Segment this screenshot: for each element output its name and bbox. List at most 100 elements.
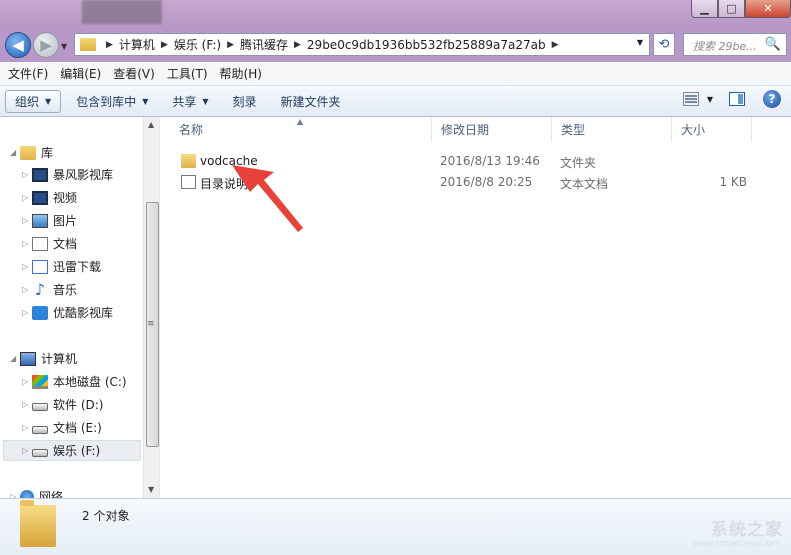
nav-label: 迅雷下载 bbox=[53, 260, 102, 274]
nav-library-youku[interactable]: ▷ 优酷影视库 bbox=[22, 302, 113, 323]
drive-icon bbox=[32, 426, 48, 434]
window-title-blurred bbox=[82, 0, 162, 24]
view-details-icon[interactable] bbox=[682, 92, 699, 106]
nav-label: 本地磁盘 (C:) bbox=[53, 375, 127, 389]
command-bar: 组织 ▼ 包含到库中 ▼ 共享 ▼ 刻录 新建文件夹 ▼ ? bbox=[0, 86, 791, 117]
nav-library-baofeng[interactable]: ▷ 暴风影视库 bbox=[22, 164, 113, 185]
collapsed-triangle-icon[interactable]: ▷ bbox=[22, 400, 32, 409]
menu-tools[interactable]: 工具(T) bbox=[167, 65, 208, 82]
address-bar[interactable]: ▶ 计算机 ▶ 娱乐 (F:) ▶ 腾讯缓存 ▶ 29be0c9db1936bb… bbox=[74, 33, 650, 56]
back-button[interactable]: ◀ bbox=[5, 32, 31, 58]
column-header-type[interactable]: 类型 bbox=[552, 117, 672, 142]
nav-library[interactable]: ◢ 库 bbox=[10, 142, 53, 163]
drive-icon bbox=[32, 449, 48, 457]
navigation-pane: ◢ 库 ▷ 暴风影视库 ▷ 视频 ▷ 图片 ▷ 文档 ▷ 迅雷下载 ▷ ♪ 音乐… bbox=[0, 117, 160, 498]
expanded-triangle-icon[interactable]: ◢ bbox=[10, 148, 20, 157]
breadcrumb-drive[interactable]: 娱乐 (F:) bbox=[174, 36, 221, 53]
nav-library-thunder[interactable]: ▷ 迅雷下载 bbox=[22, 256, 101, 277]
chevron-down-icon[interactable]: ▼ bbox=[637, 38, 643, 47]
file-list: ▲ 名称 修改日期 类型 大小 vodcache 2016/8/13 19:46… bbox=[161, 117, 791, 498]
nav-library-pictures[interactable]: ▷ 图片 bbox=[22, 210, 77, 231]
maximize-button[interactable]: □ bbox=[718, 0, 745, 18]
burn-button[interactable]: 刻录 bbox=[224, 90, 266, 113]
share-button[interactable]: 共享 ▼ bbox=[163, 90, 217, 113]
menu-file[interactable]: 文件(F) bbox=[8, 65, 48, 82]
nav-label: 文档 bbox=[53, 237, 78, 251]
search-input[interactable]: 搜索 29be... 🔍 bbox=[683, 33, 787, 56]
picture-icon bbox=[32, 213, 48, 228]
collapsed-triangle-icon[interactable]: ▷ bbox=[22, 285, 32, 294]
nav-label: 娱乐 (F:) bbox=[53, 444, 101, 458]
menu-help[interactable]: 帮助(H) bbox=[220, 65, 262, 82]
chevron-right-icon[interactable]: ▶ bbox=[227, 40, 234, 50]
column-header-size[interactable]: 大小 bbox=[672, 117, 752, 142]
search-icon[interactable]: 🔍 bbox=[765, 37, 781, 52]
nav-label: 网络 bbox=[39, 490, 64, 498]
nav-library-videos[interactable]: ▷ 视频 bbox=[22, 187, 77, 208]
view-controls: ▼ ? bbox=[682, 90, 791, 108]
watermark-url: WWW.XITONGZHIJIA.NET bbox=[692, 540, 779, 548]
video-library-icon bbox=[32, 167, 48, 182]
expanded-triangle-icon[interactable]: ◢ bbox=[10, 354, 20, 363]
chevron-right-icon[interactable]: ▶ bbox=[106, 40, 113, 50]
include-in-library-button[interactable]: 包含到库中 ▼ bbox=[67, 90, 157, 113]
column-header-name[interactable]: 名称 bbox=[170, 117, 432, 142]
folder-large-icon bbox=[20, 500, 56, 547]
close-button[interactable]: ✕ bbox=[745, 0, 791, 18]
recent-pages-dropdown[interactable]: ▼ bbox=[61, 42, 67, 51]
folder-icon bbox=[181, 154, 196, 168]
forward-button[interactable]: ▶ bbox=[33, 32, 59, 58]
document-icon bbox=[32, 236, 48, 251]
collapsed-triangle-icon[interactable]: ▷ bbox=[22, 423, 32, 432]
file-name: vodcache bbox=[200, 154, 258, 168]
nav-scrollbar[interactable]: ▲ ≡ ▼ bbox=[143, 117, 159, 498]
breadcrumb-computer[interactable]: 计算机 bbox=[119, 36, 155, 53]
music-icon: ♪ bbox=[34, 279, 46, 299]
breadcrumb-tencent-cache[interactable]: 腾讯缓存 bbox=[240, 36, 288, 53]
chevron-right-icon[interactable]: ▶ bbox=[552, 40, 559, 50]
menu-view[interactable]: 查看(V) bbox=[113, 65, 155, 82]
nav-drive-c[interactable]: ▷ 本地磁盘 (C:) bbox=[22, 371, 127, 392]
collapsed-triangle-icon[interactable]: ▷ bbox=[22, 239, 32, 248]
file-row[interactable]: 目录说明 2016/8/8 20:25 文本文档 1 KB bbox=[161, 172, 791, 193]
file-modified: 2016/8/13 19:46 bbox=[440, 154, 540, 168]
breadcrumb-current-folder[interactable]: 29be0c9db1936bb532fb25889a7a27ab bbox=[307, 38, 546, 52]
collapsed-triangle-icon[interactable]: ▷ bbox=[22, 193, 32, 202]
computer-icon bbox=[20, 351, 36, 366]
menu-edit[interactable]: 编辑(E) bbox=[60, 65, 101, 82]
scroll-down-arrow-icon[interactable]: ▼ bbox=[148, 485, 154, 494]
minimize-button[interactable]: ▁ bbox=[691, 0, 718, 18]
network-icon bbox=[20, 489, 34, 498]
nav-drive-e[interactable]: ▷ 文档 (E:) bbox=[22, 417, 102, 438]
file-type: 文本文档 bbox=[560, 177, 609, 191]
new-folder-button[interactable]: 新建文件夹 bbox=[272, 90, 350, 113]
collapsed-triangle-icon[interactable]: ▷ bbox=[22, 377, 32, 386]
refresh-button[interactable]: ⟲ bbox=[653, 33, 675, 56]
preview-pane-icon[interactable] bbox=[729, 92, 745, 106]
folder-icon bbox=[80, 38, 96, 51]
address-row: ◀ ▶ ▼ ▶ 计算机 ▶ 娱乐 (F:) ▶ 腾讯缓存 ▶ 29be0c9db… bbox=[0, 29, 791, 62]
help-icon[interactable]: ? bbox=[763, 90, 781, 108]
organize-button[interactable]: 组织 ▼ bbox=[5, 89, 62, 113]
nav-computer[interactable]: ◢ 计算机 bbox=[10, 348, 77, 369]
collapsed-triangle-icon[interactable]: ▷ bbox=[22, 216, 32, 225]
collapsed-triangle-icon[interactable]: ▷ bbox=[22, 262, 32, 271]
nav-drive-f[interactable]: ▷ 娱乐 (F:) bbox=[3, 440, 141, 461]
nav-label: 计算机 bbox=[41, 352, 78, 366]
nav-drive-d[interactable]: ▷ 软件 (D:) bbox=[22, 394, 103, 415]
nav-library-music[interactable]: ▷ ♪ 音乐 bbox=[22, 279, 77, 300]
collapsed-triangle-icon[interactable]: ▷ bbox=[22, 170, 32, 179]
nav-network[interactable]: ▷ 网络 bbox=[10, 486, 63, 498]
chevron-right-icon[interactable]: ▶ bbox=[161, 40, 168, 50]
collapsed-triangle-icon[interactable]: ▷ bbox=[22, 308, 32, 317]
file-row[interactable]: vodcache 2016/8/13 19:46 文件夹 bbox=[161, 151, 791, 172]
chevron-right-icon[interactable]: ▶ bbox=[294, 40, 301, 50]
scroll-up-arrow-icon[interactable]: ▲ bbox=[148, 120, 154, 129]
nav-library-documents[interactable]: ▷ 文档 bbox=[22, 233, 77, 254]
chevron-down-icon[interactable]: ▼ bbox=[707, 95, 713, 104]
drive-icon bbox=[32, 403, 48, 411]
youku-library-icon bbox=[32, 305, 48, 320]
collapsed-triangle-icon[interactable]: ▷ bbox=[22, 446, 32, 455]
chevron-down-icon: ▼ bbox=[45, 96, 52, 106]
column-header-modified[interactable]: 修改日期 bbox=[432, 117, 552, 142]
